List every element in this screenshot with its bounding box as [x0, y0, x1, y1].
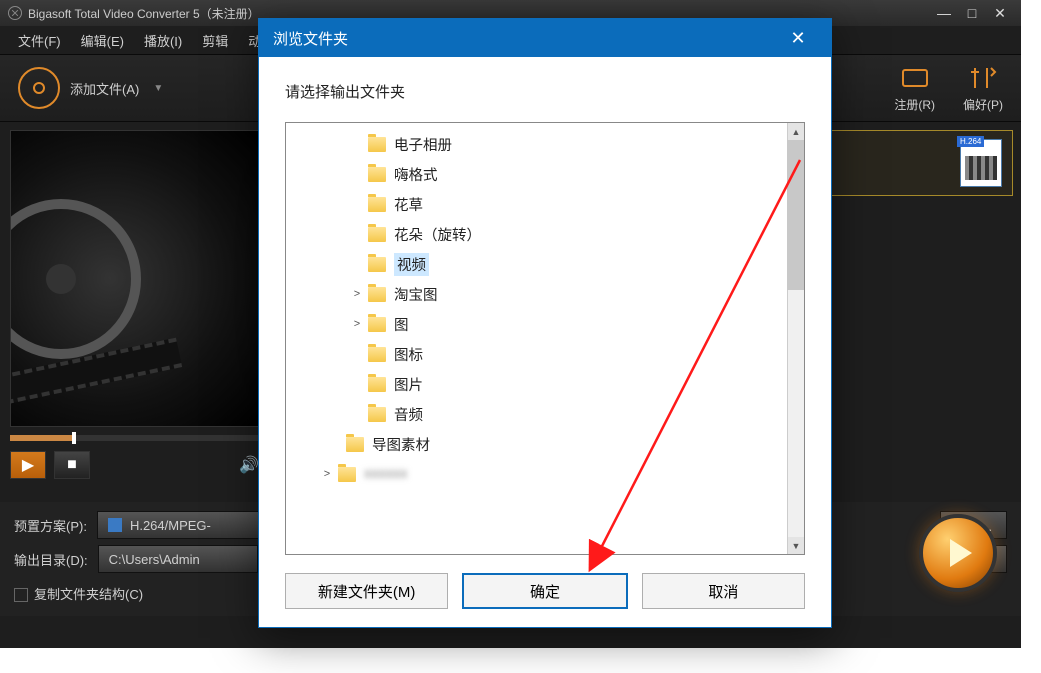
- menu-clip[interactable]: 剪辑: [194, 27, 236, 54]
- folder-icon: [368, 347, 386, 362]
- preferences-button[interactable]: 偏好(P): [963, 64, 1003, 113]
- tree-item-label: 嗨格式: [394, 164, 438, 185]
- timeline-progress: [10, 435, 72, 441]
- dialog-close-button[interactable]: ✕: [779, 19, 817, 57]
- tree-item-label: 花朵（旋转）: [394, 224, 481, 245]
- preview-pane: ▶ ■ 🔊: [0, 122, 270, 502]
- tree-item[interactable]: 花朵（旋转）: [286, 219, 804, 249]
- outdir-label: 输出目录(D):: [14, 550, 88, 569]
- file-thumbnail: [960, 139, 1002, 187]
- tree-item-selected[interactable]: 视频: [286, 249, 804, 279]
- maximize-button[interactable]: □: [959, 4, 985, 22]
- tree-item-label: 导图素材: [372, 434, 430, 455]
- copy-structure-label: 复制文件夹结构(C): [34, 587, 143, 602]
- folder-icon: [368, 137, 386, 152]
- register-button[interactable]: 注册(R): [894, 64, 935, 113]
- menu-edit[interactable]: 编辑(E): [73, 27, 132, 54]
- toolbar-right: 注册(R) 偏好(P): [894, 64, 1003, 113]
- copy-structure-checkbox[interactable]: 复制文件夹结构(C): [14, 584, 143, 603]
- timeline[interactable]: [10, 435, 259, 441]
- dialog-titlebar: 浏览文件夹 ✕: [259, 19, 831, 57]
- folder-icon: [368, 377, 386, 392]
- tree-item[interactable]: 嗨格式: [286, 159, 804, 189]
- tree-item-label: 图片: [394, 374, 423, 395]
- tree-item-label: xxxxxx: [364, 466, 408, 482]
- stop-button[interactable]: ■: [54, 451, 90, 479]
- preview-viewport: [10, 130, 259, 427]
- scroll-down-icon[interactable]: ▼: [788, 537, 804, 554]
- close-button[interactable]: ✕: [987, 4, 1013, 22]
- app-icon: [8, 6, 22, 20]
- window-buttons: — □ ✕: [931, 4, 1013, 22]
- menu-file[interactable]: 文件(F): [10, 27, 69, 54]
- expand-icon[interactable]: >: [350, 318, 364, 330]
- folder-icon: [368, 227, 386, 242]
- dialog-buttons: 新建文件夹(M) 确定 取消: [285, 573, 805, 609]
- folder-icon: [368, 257, 386, 272]
- expand-icon[interactable]: >: [350, 288, 364, 300]
- tree-item-label: 花草: [394, 194, 423, 215]
- checkbox-icon: [14, 588, 28, 602]
- cancel-button[interactable]: 取消: [642, 573, 805, 609]
- tree-list: 电子相册嗨格式花草花朵（旋转）视频>淘宝图>图图标图片音频导图素材>xxxxxx: [286, 123, 804, 495]
- tree-item[interactable]: 图标: [286, 339, 804, 369]
- ok-button[interactable]: 确定: [462, 573, 627, 609]
- tree-item[interactable]: > xxxxxx: [286, 459, 804, 489]
- dialog-prompt: 请选择输出文件夹: [285, 81, 805, 102]
- folder-icon: [368, 167, 386, 182]
- minimize-button[interactable]: —: [931, 4, 957, 22]
- timeline-knob[interactable]: [72, 432, 76, 444]
- tree-item[interactable]: 图片: [286, 369, 804, 399]
- app-title: Bigasoft Total Video Converter 5（未注册）: [28, 5, 260, 22]
- dialog-body: 请选择输出文件夹 电子相册嗨格式花草花朵（旋转）视频>淘宝图>图图标图片音频导图…: [259, 57, 831, 627]
- scroll-up-icon[interactable]: ▲: [788, 123, 804, 140]
- tree-item[interactable]: 音频: [286, 399, 804, 429]
- tree-item[interactable]: 电子相册: [286, 129, 804, 159]
- new-folder-button[interactable]: 新建文件夹(M): [285, 573, 448, 609]
- folder-icon: [368, 317, 386, 332]
- folder-icon: [368, 197, 386, 212]
- tree-scrollbar[interactable]: ▲ ▼: [787, 123, 804, 554]
- outdir-field[interactable]: C:\Users\Admin: [98, 545, 258, 573]
- outdir-value: C:\Users\Admin: [109, 552, 200, 567]
- play-button[interactable]: ▶: [10, 451, 46, 479]
- add-file-label: 添加文件(A): [70, 79, 139, 98]
- folder-icon: [346, 437, 364, 452]
- volume-icon[interactable]: 🔊: [239, 455, 259, 475]
- dialog-title: 浏览文件夹: [273, 28, 348, 49]
- reel-icon: [18, 67, 60, 109]
- tree-item-label: 图标: [394, 344, 423, 365]
- tree-item[interactable]: 花草: [286, 189, 804, 219]
- tools-icon: [967, 64, 999, 92]
- tree-item-label: 视频: [394, 253, 429, 276]
- scroll-thumb[interactable]: [787, 140, 804, 290]
- folder-icon: [368, 407, 386, 422]
- folder-icon: [368, 287, 386, 302]
- register-label: 注册(R): [894, 96, 935, 113]
- tree-item[interactable]: >图: [286, 309, 804, 339]
- add-file-button[interactable]: 添加文件(A) ▼: [18, 67, 163, 109]
- preferences-label: 偏好(P): [963, 96, 1003, 113]
- tree-item-label: 图: [394, 314, 409, 335]
- tree-item-label: 电子相册: [394, 134, 452, 155]
- tree-item-label: 淘宝图: [394, 284, 438, 305]
- folder-tree: 电子相册嗨格式花草花朵（旋转）视频>淘宝图>图图标图片音频导图素材>xxxxxx…: [285, 122, 805, 555]
- transport-controls: ▶ ■ 🔊: [10, 451, 259, 479]
- preset-label: 预置方案(P):: [14, 516, 87, 535]
- tree-item[interactable]: 导图素材: [286, 429, 804, 459]
- register-icon: [899, 64, 931, 92]
- preset-format-icon: [108, 518, 122, 532]
- film-reel-graphic: [10, 199, 141, 359]
- tree-item-label: 音频: [394, 404, 423, 425]
- tree-item[interactable]: > 淘宝图: [286, 279, 804, 309]
- folder-icon: [338, 467, 356, 482]
- browse-folder-dialog: 浏览文件夹 ✕ 请选择输出文件夹 电子相册嗨格式花草花朵（旋转）视频>淘宝图>图…: [258, 18, 832, 628]
- dropdown-arrow-icon: ▼: [153, 83, 163, 94]
- preset-value: H.264/MPEG-: [130, 518, 211, 533]
- convert-button[interactable]: [919, 514, 997, 592]
- menu-play[interactable]: 播放(I): [136, 27, 190, 54]
- expand-icon[interactable]: >: [320, 468, 334, 480]
